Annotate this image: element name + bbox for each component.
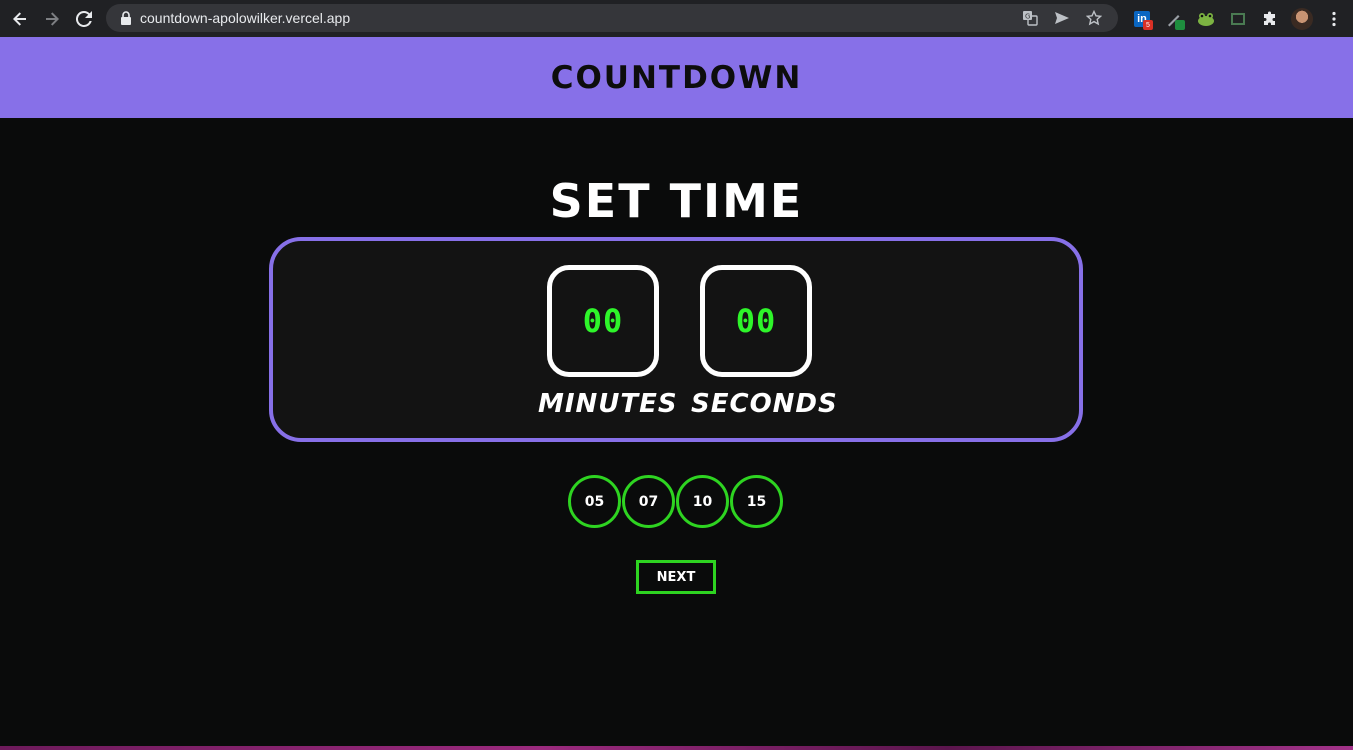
minutes-box[interactable]: 00 <box>547 265 659 377</box>
preset-buttons: 05 07 10 15 <box>568 475 783 529</box>
pen-extension-icon[interactable] <box>1158 0 1190 37</box>
linkedin-badge: 5 <box>1143 20 1153 30</box>
seconds-label: SECONDS <box>691 389 838 419</box>
address-bar[interactable]: countdown-apolowilker.vercel.app G <box>106 4 1118 32</box>
preset-button[interactable]: 05 <box>568 475 621 528</box>
linkedin-extension-icon[interactable]: in 5 <box>1126 0 1158 37</box>
app-title: COUNTDOWN <box>550 59 803 96</box>
set-time-heading: SET TIME <box>549 174 804 228</box>
browser-toolbar: countdown-apolowilker.vercel.app G in 5 <box>0 0 1353 37</box>
bookmark-star-icon[interactable] <box>1078 4 1110 32</box>
screen-capture-extension-icon[interactable] <box>1222 0 1254 37</box>
frog-extension-icon[interactable] <box>1190 0 1222 37</box>
puzzle-extensions-icon[interactable] <box>1254 0 1286 37</box>
translate-icon[interactable]: G <box>1014 4 1046 32</box>
reload-icon[interactable] <box>68 0 100 37</box>
url-text[interactable]: countdown-apolowilker.vercel.app <box>140 10 350 26</box>
send-icon[interactable] <box>1046 4 1078 32</box>
seconds-box[interactable]: 00 <box>700 265 812 377</box>
seconds-unit: 00 SECONDS <box>691 241 838 419</box>
lock-icon <box>118 10 134 26</box>
next-button[interactable]: NEXT <box>636 560 716 594</box>
preset-button[interactable]: 07 <box>622 475 675 528</box>
bottom-strip <box>0 746 1353 750</box>
seconds-value: 00 <box>735 302 777 340</box>
preset-button[interactable]: 10 <box>676 475 729 528</box>
pen-badge <box>1175 20 1185 30</box>
main-content: SET TIME 00 MINUTES 00 SECONDS 05 07 10 … <box>0 118 1353 750</box>
minutes-label: MINUTES <box>538 389 678 419</box>
forward-arrow-icon[interactable] <box>36 0 68 37</box>
profile-avatar[interactable] <box>1286 0 1318 37</box>
svg-text:G: G <box>1025 13 1030 21</box>
kebab-menu-icon[interactable] <box>1318 0 1350 37</box>
minutes-value: 00 <box>582 302 624 340</box>
back-arrow-icon[interactable] <box>4 0 36 37</box>
preset-button[interactable]: 15 <box>730 475 783 528</box>
minutes-unit: 00 MINUTES <box>538 241 678 419</box>
page-header: COUNTDOWN <box>0 37 1353 118</box>
timer-panel: 00 MINUTES 00 SECONDS <box>269 237 1083 442</box>
